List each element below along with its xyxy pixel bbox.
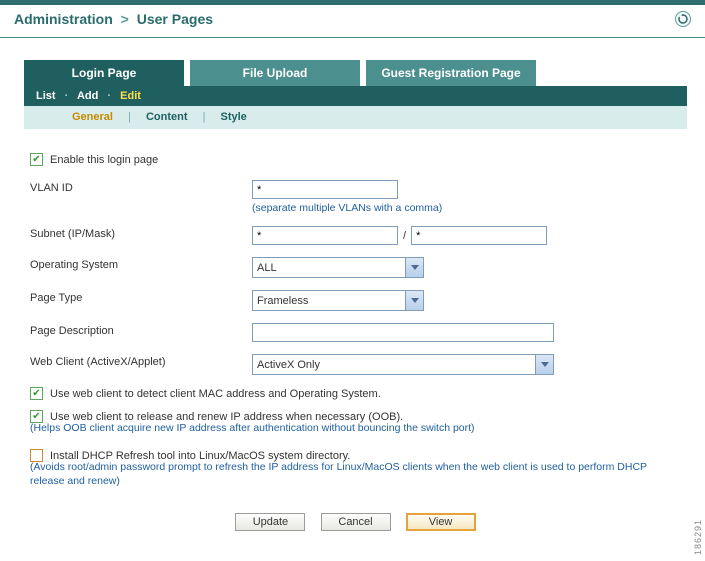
web-client-value: ActiveX Only bbox=[257, 359, 320, 371]
vlan-id-hint: (separate multiple VLANs with a comma) bbox=[252, 202, 442, 214]
breadcrumb-separator: > bbox=[117, 11, 133, 27]
subsubtab-content[interactable]: Content bbox=[146, 111, 188, 123]
subnet-ip-input[interactable] bbox=[252, 226, 398, 245]
vlan-id-label: VLAN ID bbox=[30, 180, 252, 194]
subsubtab-general[interactable]: General bbox=[72, 111, 113, 123]
os-label: Operating System bbox=[30, 257, 252, 271]
primary-tabs: Login Page File Upload Guest Registratio… bbox=[24, 60, 687, 86]
chevron-down-icon bbox=[405, 291, 423, 310]
subnet-slash: / bbox=[398, 230, 411, 242]
page-type-select[interactable]: Frameless bbox=[252, 290, 424, 311]
release-renew-note: (Helps OOB client acquire new IP address… bbox=[30, 421, 681, 435]
breadcrumb-page: User Pages bbox=[137, 11, 213, 27]
image-id: 186291 bbox=[693, 519, 703, 555]
detect-mac-label: Use web client to detect client MAC addr… bbox=[50, 388, 381, 400]
tab-file-upload[interactable]: File Upload bbox=[190, 60, 360, 86]
chevron-down-icon bbox=[405, 258, 423, 277]
tertiary-tabs: General | Content | Style bbox=[24, 106, 687, 129]
secondary-tabs: List · Add · Edit bbox=[24, 86, 687, 106]
os-select[interactable]: ALL bbox=[252, 257, 424, 278]
subtab-list[interactable]: List bbox=[36, 90, 56, 102]
page-description-label: Page Description bbox=[30, 323, 252, 337]
cancel-button[interactable]: Cancel bbox=[321, 513, 391, 531]
web-client-label: Web Client (ActiveX/Applet) bbox=[30, 354, 252, 368]
update-button[interactable]: Update bbox=[235, 513, 305, 531]
view-button[interactable]: View bbox=[406, 513, 476, 531]
enable-login-page-checkbox[interactable] bbox=[30, 153, 43, 166]
enable-login-page-label: Enable this login page bbox=[50, 154, 158, 166]
chevron-down-icon bbox=[535, 355, 553, 374]
refresh-icon[interactable] bbox=[675, 11, 691, 27]
web-client-select[interactable]: ActiveX Only bbox=[252, 354, 554, 375]
subtab-add[interactable]: Add bbox=[77, 90, 98, 102]
subnet-mask-input[interactable] bbox=[411, 226, 547, 245]
detect-mac-checkbox[interactable] bbox=[30, 387, 43, 400]
os-select-value: ALL bbox=[257, 262, 277, 274]
page-type-label: Page Type bbox=[30, 290, 252, 304]
breadcrumb-section: Administration bbox=[14, 11, 113, 27]
page-description-input[interactable] bbox=[252, 323, 554, 342]
vlan-id-input[interactable] bbox=[252, 180, 398, 199]
dhcp-refresh-note: (Avoids root/admin password prompt to re… bbox=[30, 460, 681, 488]
subsubtab-style[interactable]: Style bbox=[220, 111, 246, 123]
breadcrumb: Administration > User Pages bbox=[14, 11, 213, 27]
subtab-edit[interactable]: Edit bbox=[120, 90, 141, 102]
tab-login-page[interactable]: Login Page bbox=[24, 60, 184, 86]
subnet-label: Subnet (IP/Mask) bbox=[30, 226, 252, 240]
page-type-value: Frameless bbox=[257, 295, 308, 307]
tab-guest-registration[interactable]: Guest Registration Page bbox=[366, 60, 536, 86]
